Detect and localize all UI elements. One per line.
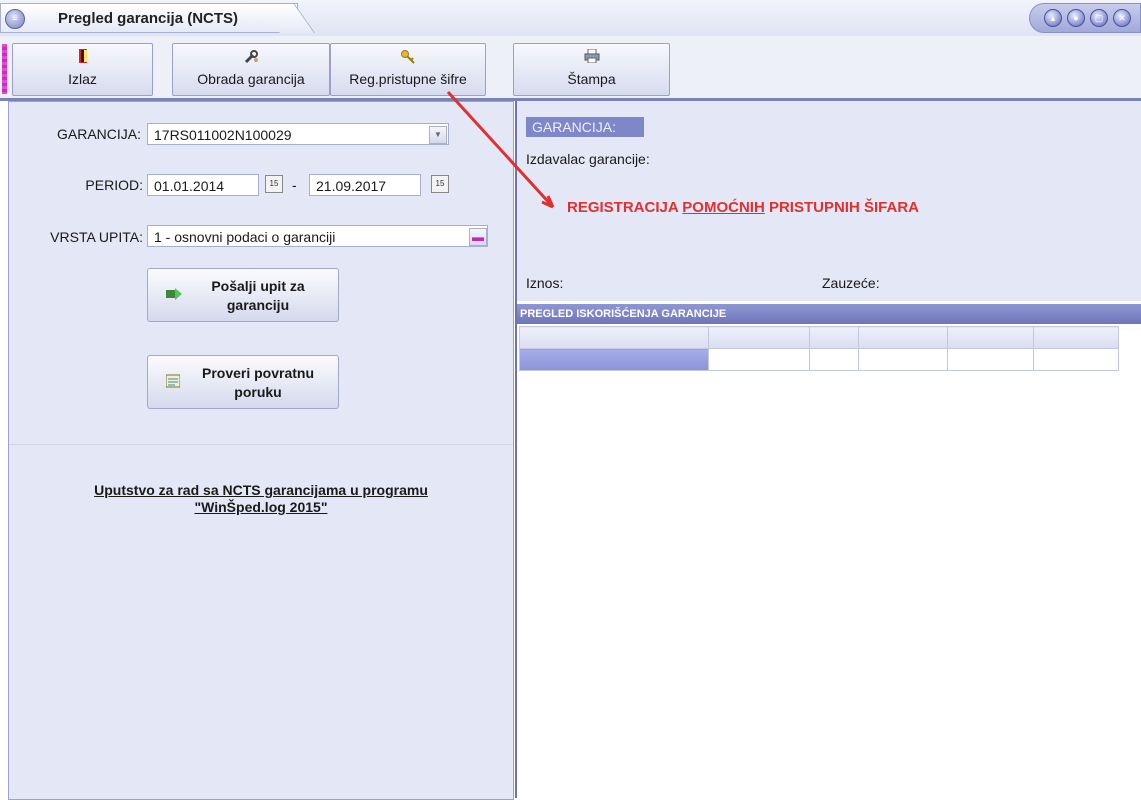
exit-button[interactable]: Izlaz bbox=[12, 43, 153, 96]
title-tab: ≡ Pregled garancija (NCTS) bbox=[0, 3, 298, 33]
close-icon[interactable]: ✕ bbox=[1113, 9, 1131, 27]
grid-cell[interactable] bbox=[947, 348, 1034, 371]
toolbar-grip[interactable] bbox=[2, 44, 7, 94]
printer-icon bbox=[514, 48, 669, 69]
send-icon bbox=[166, 287, 182, 304]
table-row[interactable] bbox=[519, 348, 1119, 371]
query-type-select[interactable]: 1 - osnovni podaci o garanciji bbox=[147, 225, 488, 247]
period-label: PERIOD: bbox=[85, 177, 143, 193]
minimize-icon[interactable]: ▴ bbox=[1044, 9, 1062, 27]
title-bar: ≡ Pregled garancija (NCTS) ▴ ● ▢ ✕ bbox=[0, 0, 1141, 36]
calendar-from-icon[interactable]: 15 bbox=[265, 175, 283, 193]
annotation-text: REGISTRACIJA POMOĆNIH PRISTUPNIH ŠIFARA bbox=[567, 199, 919, 216]
check-reply-button[interactable]: Proveri povratnu poruku bbox=[147, 355, 339, 409]
calendar-to-icon[interactable]: 15 bbox=[431, 175, 449, 193]
period-to-field[interactable]: 21.09.2017 bbox=[309, 174, 421, 196]
grid-column-header[interactable] bbox=[858, 326, 948, 349]
system-menu-icon[interactable]: ≡ bbox=[5, 9, 25, 29]
toolbar: Izlaz Obrada garancija Reg.pristupne šif… bbox=[0, 36, 1141, 101]
send-query-button[interactable]: Pošalji upit za garanciju bbox=[147, 268, 339, 322]
exit-label: Izlaz bbox=[68, 71, 97, 87]
exit-door-icon bbox=[13, 49, 152, 69]
grid-cell[interactable] bbox=[1033, 348, 1119, 371]
grid-column-header[interactable] bbox=[809, 326, 859, 349]
print-button[interactable]: Štampa bbox=[513, 43, 670, 96]
print-label: Štampa bbox=[567, 71, 616, 87]
help-link[interactable]: Uputstvo za rad sa NCTS garancijama u pr… bbox=[9, 482, 513, 516]
period-from-field[interactable]: 01.01.2014 bbox=[147, 174, 259, 196]
grid-column-header[interactable] bbox=[1033, 326, 1119, 349]
occupied-label: Zauzeće: bbox=[822, 275, 880, 291]
maximize-icon[interactable]: ▢ bbox=[1090, 9, 1108, 27]
divider bbox=[9, 444, 513, 445]
grid-column-header[interactable] bbox=[947, 326, 1034, 349]
help-link-line2[interactable]: "WinŠped.log 2015" bbox=[195, 499, 328, 515]
key-icon bbox=[331, 49, 485, 69]
grid-header-row bbox=[519, 326, 1119, 349]
guarantee-label: GARANCIJA: bbox=[56, 126, 141, 142]
grid-cell[interactable] bbox=[858, 348, 948, 371]
annotation-text-before: REGISTRACIJA bbox=[567, 199, 683, 216]
usage-grid[interactable] bbox=[519, 326, 1119, 371]
grid-cell-selected[interactable] bbox=[519, 348, 709, 371]
annotation-text-underlined: POMOĆNIH bbox=[682, 199, 765, 216]
wrench-icon bbox=[173, 49, 329, 69]
annotation-text-after: PRISTUPNIH ŠIFARA bbox=[764, 199, 919, 216]
check-reply-line2: poruku bbox=[234, 384, 282, 400]
guarantee-section-badge: GARANCIJA: bbox=[526, 117, 644, 137]
send-query-line1: Pošalji upit za bbox=[211, 278, 305, 294]
amount-label: Iznos: bbox=[526, 275, 564, 291]
dropdown-toggle-icon[interactable]: ▬ bbox=[469, 228, 487, 246]
period-separator: - bbox=[292, 177, 297, 193]
usage-grid-title: PREGLED ISKORIŠĆENJA GARANCIJE bbox=[517, 304, 1141, 324]
grid-cell[interactable] bbox=[809, 348, 859, 371]
message-icon bbox=[165, 374, 181, 391]
process-guarantees-label: Obrada garancija bbox=[197, 71, 305, 87]
send-query-line2: garanciju bbox=[226, 297, 290, 313]
window-title: Pregled garancija (NCTS) bbox=[58, 10, 239, 27]
window-controls: ▴ ● ▢ ✕ bbox=[1029, 3, 1141, 33]
chevron-down-icon[interactable]: ▼ bbox=[429, 126, 447, 144]
check-reply-line1: Proveri povratnu bbox=[201, 365, 315, 381]
grid-column-header[interactable] bbox=[519, 326, 709, 349]
issuer-label: Izdavalac garancije: bbox=[526, 151, 650, 167]
grid-column-header[interactable] bbox=[708, 326, 810, 349]
reg-access-codes-label: Reg.pristupne šifre bbox=[349, 71, 467, 87]
help-icon[interactable]: ● bbox=[1067, 9, 1085, 27]
reg-access-codes-button[interactable]: Reg.pristupne šifre bbox=[330, 43, 486, 96]
query-type-label: VRSTA UPITA: bbox=[50, 229, 143, 245]
help-link-line1[interactable]: Uputstvo za rad sa NCTS garancijama u pr… bbox=[94, 482, 428, 498]
guarantee-select[interactable]: 17RS011002N100029 bbox=[147, 123, 449, 145]
query-panel: GARANCIJA: 17RS011002N100029 ▼ PERIOD: 0… bbox=[8, 101, 514, 800]
process-guarantees-button[interactable]: Obrada garancija bbox=[172, 43, 330, 96]
grid-cell[interactable] bbox=[708, 348, 810, 371]
